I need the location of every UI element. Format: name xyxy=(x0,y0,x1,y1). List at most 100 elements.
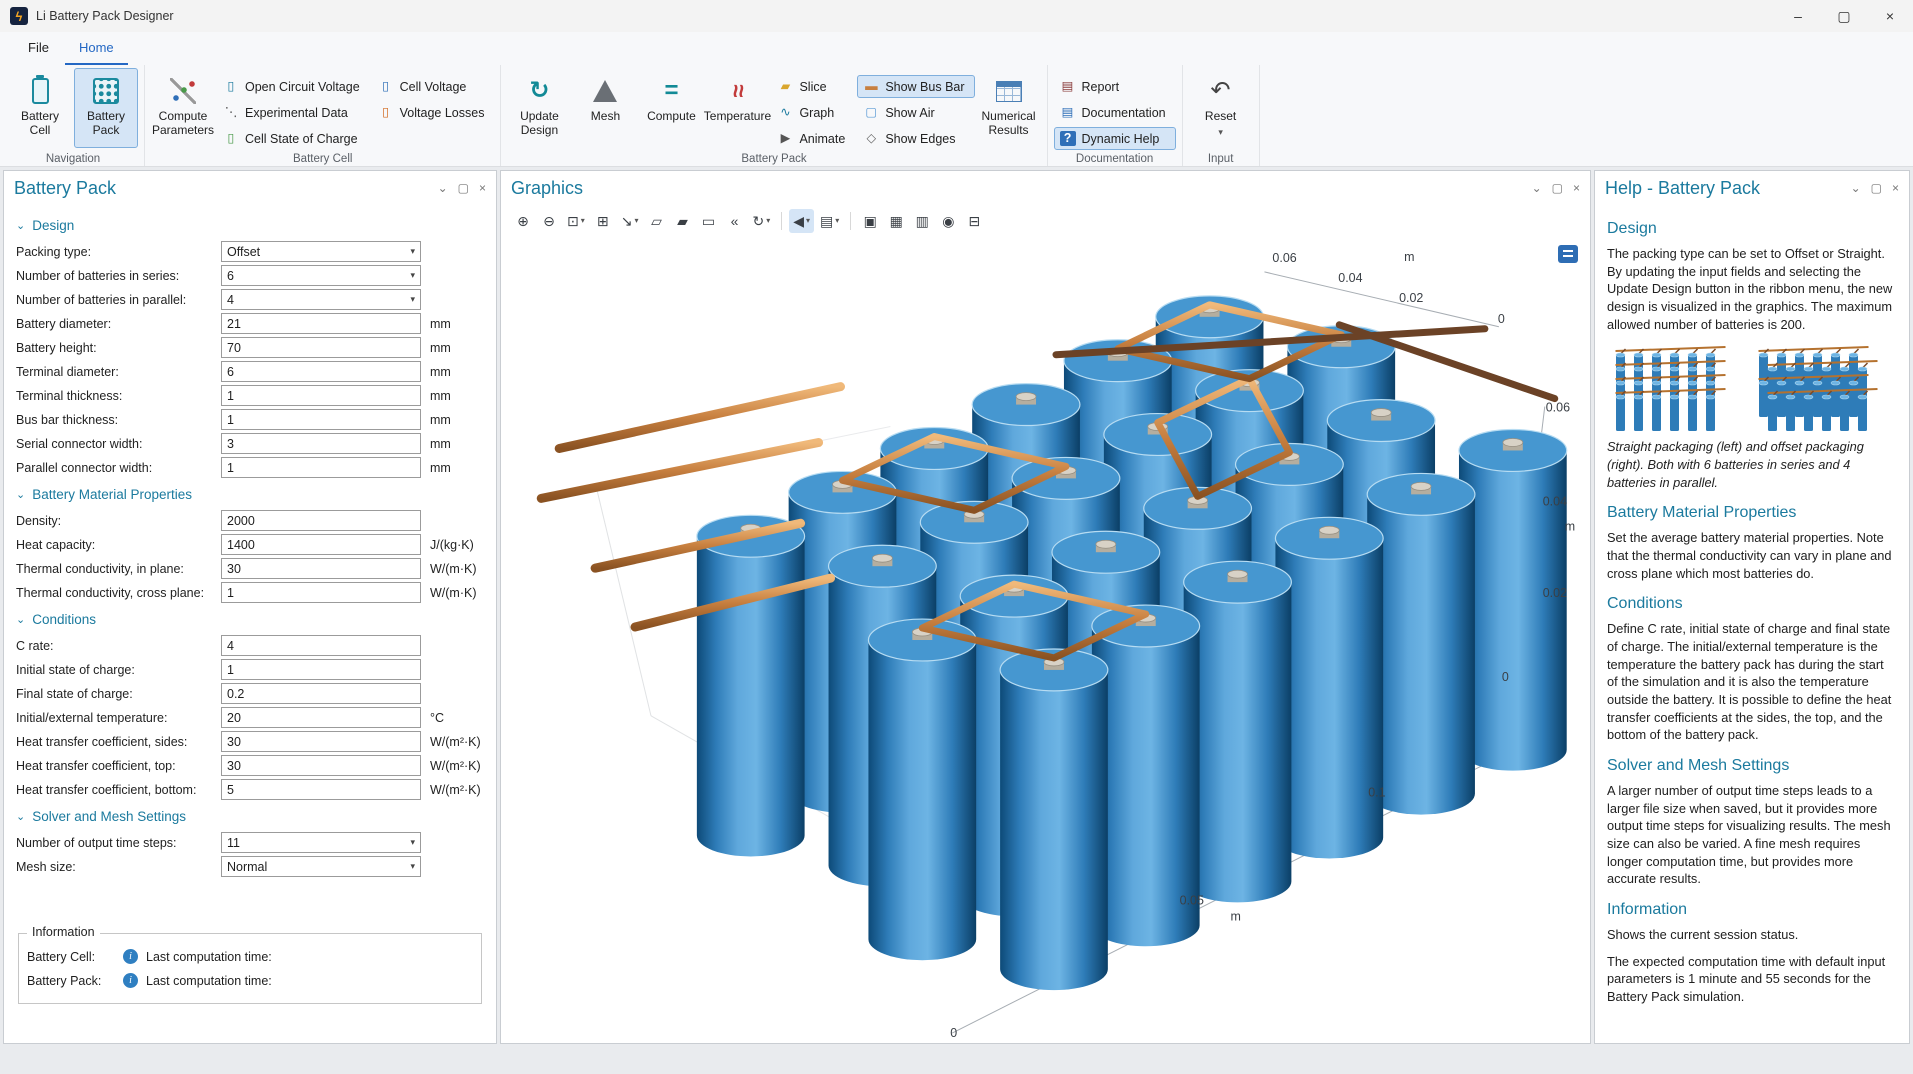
heat-transfer-coefficient-sides-input[interactable] xyxy=(221,731,421,752)
selected-value: Normal xyxy=(227,860,410,874)
bus-bar-thickness-input[interactable] xyxy=(221,409,421,430)
sound-toggle-button[interactable]: ◀▾ xyxy=(789,209,814,233)
number-of-batteries-in-parallel-select[interactable]: 4▾ xyxy=(221,289,421,310)
maximize-button[interactable]: ▢ xyxy=(1821,0,1867,32)
cell-voltage-button[interactable]: ▯Cell Voltage xyxy=(372,75,495,98)
panel-close-icon[interactable]: × xyxy=(479,181,486,195)
view-xz-button[interactable]: ▭ xyxy=(697,209,721,233)
print-button[interactable]: ⊟ xyxy=(962,209,986,233)
heat-transfer-coefficient-bottom-input[interactable] xyxy=(221,779,421,800)
show-bus-bar-button[interactable]: ▬Show Bus Bar xyxy=(857,75,974,98)
view-yz-button[interactable]: ▰ xyxy=(671,209,695,233)
cell-state-of-charge-button[interactable]: ▯Cell State of Charge xyxy=(217,127,370,150)
panel-close-icon[interactable]: × xyxy=(1892,181,1899,195)
heat-capacity-input[interactable] xyxy=(221,534,421,555)
compute-parameters-button[interactable]: Compute Parameters xyxy=(151,68,215,148)
close-button[interactable]: × xyxy=(1867,0,1913,32)
show-air-button[interactable]: ▢Show Air xyxy=(857,101,974,124)
thermal-conductivity-cross-plane-input[interactable] xyxy=(221,582,421,603)
reset-button[interactable]: ↶Reset▾ xyxy=(1189,68,1253,148)
dropdown-caret-icon: ▾ xyxy=(581,217,585,225)
battery-pack-button[interactable]: Battery Pack xyxy=(74,68,138,148)
view-xy-icon: ▱ xyxy=(651,213,662,230)
c-rate-input[interactable] xyxy=(221,635,421,656)
section-title: Conditions xyxy=(32,612,96,627)
panel-float-icon[interactable]: ▢ xyxy=(1871,181,1882,195)
battery-pack-3d-scene[interactable]: 0.060.04m0.0200.060.04m0.0200.10.05m0 xyxy=(501,237,1590,1043)
minimize-button[interactable]: – xyxy=(1775,0,1821,32)
help-paragraph: Shows the current session status. xyxy=(1607,926,1897,944)
heat-transfer-coefficient-top-input[interactable] xyxy=(221,755,421,776)
ribbon-button-label: Update Design xyxy=(508,110,570,138)
unit-label: W/(m·K) xyxy=(421,586,477,600)
axis-tick-label: 0.06 xyxy=(1546,401,1570,415)
ribbon-button-label: Temperature xyxy=(704,110,771,124)
density-input[interactable] xyxy=(221,510,421,531)
unit-label: W/(m²·K) xyxy=(421,783,481,797)
graphics-viewport[interactable]: 0.060.04m0.0200.060.04m0.0200.10.05m0 xyxy=(501,237,1590,1043)
zoom-in-button[interactable]: ⊕ xyxy=(511,209,535,233)
number-of-output-time-steps-select[interactable]: 11▾ xyxy=(221,832,421,853)
go-to-first-view-icon: « xyxy=(731,213,739,229)
slice-icon: ▰ xyxy=(777,80,793,93)
menu-tab-file[interactable]: File xyxy=(14,32,63,65)
terminal-thickness-label: Terminal thickness: xyxy=(16,389,221,403)
show-grid-button[interactable]: ▦ xyxy=(884,209,908,233)
go-to-first-view-button[interactable]: « xyxy=(723,209,747,233)
number-of-batteries-in-series-select[interactable]: 6▾ xyxy=(221,265,421,286)
initial-external-temperature-input[interactable] xyxy=(221,707,421,728)
section-header-battery-material-properties[interactable]: ⌄Battery Material Properties xyxy=(16,487,484,502)
battery-height-input[interactable] xyxy=(221,337,421,358)
zoom-box-button[interactable]: ⊡▾ xyxy=(563,209,589,233)
panel-collapse-icon[interactable]: ⌄ xyxy=(438,181,448,195)
go-to-default-view-button[interactable]: ↘▾ xyxy=(617,209,643,233)
zoom-extents-button[interactable]: ⊞ xyxy=(591,209,615,233)
panel-collapse-icon[interactable]: ⌄ xyxy=(1532,181,1542,195)
documentation-button[interactable]: ▤Documentation xyxy=(1054,101,1176,124)
panel-collapse-icon[interactable]: ⌄ xyxy=(1851,181,1861,195)
open-circuit-voltage-button[interactable]: ▯Open Circuit Voltage xyxy=(217,75,370,98)
mesh-size-select[interactable]: Normal▾ xyxy=(221,856,421,877)
rotate-view-icon: ↻ xyxy=(753,213,765,230)
terminal-diameter-input[interactable] xyxy=(221,361,421,382)
temperature-button[interactable]: ≈Temperature xyxy=(705,68,769,148)
parallel-connector-width-input[interactable] xyxy=(221,457,421,478)
animate-button[interactable]: ▶Animate xyxy=(771,127,855,150)
context-help-icon[interactable] xyxy=(1558,245,1578,263)
mesh-button[interactable]: Mesh xyxy=(573,68,637,148)
ribbon-button-label: Show Edges xyxy=(885,132,955,146)
plot-table-button[interactable]: ▥ xyxy=(910,209,934,233)
panel-close-icon[interactable]: × xyxy=(1573,181,1580,195)
zoom-out-button[interactable]: ⊖ xyxy=(537,209,561,233)
final-state-of-charge-input[interactable] xyxy=(221,683,421,704)
dynamic-help-button[interactable]: ?Dynamic Help xyxy=(1054,127,1176,150)
copy-image-button[interactable]: ▣ xyxy=(858,209,882,233)
battery-diameter-input[interactable] xyxy=(221,313,421,334)
rotate-view-button[interactable]: ↻▾ xyxy=(749,209,775,233)
report-button[interactable]: ▤Report xyxy=(1054,75,1176,98)
serial-connector-width-input[interactable] xyxy=(221,433,421,454)
section-header-conditions[interactable]: ⌄Conditions xyxy=(16,612,484,627)
thermal-conductivity-in-plane-input[interactable] xyxy=(221,558,421,579)
compute-button[interactable]: =Compute xyxy=(639,68,703,148)
chevron-down-icon: ▾ xyxy=(410,270,415,281)
panel-float-icon[interactable]: ▢ xyxy=(1552,181,1563,195)
menu-tab-home[interactable]: Home xyxy=(65,32,128,65)
view-xy-button[interactable]: ▱ xyxy=(645,209,669,233)
view-layout-button[interactable]: ▤▾ xyxy=(816,209,843,233)
packing-type-select[interactable]: Offset▾ xyxy=(221,241,421,262)
battery-cell-button[interactable]: Battery Cell xyxy=(8,68,72,148)
terminal-thickness-input[interactable] xyxy=(221,385,421,406)
numerical-results-button[interactable]: Numerical Results xyxy=(977,68,1041,148)
graph-button[interactable]: ∿Graph xyxy=(771,101,855,124)
update-design-button[interactable]: ↻Update Design xyxy=(507,68,571,148)
panel-float-icon[interactable]: ▢ xyxy=(458,181,469,195)
experimental-data-button[interactable]: ⋱Experimental Data xyxy=(217,101,370,124)
initial-state-of-charge-input[interactable] xyxy=(221,659,421,680)
section-header-design[interactable]: ⌄Design xyxy=(16,218,484,233)
snapshot-button[interactable]: ◉ xyxy=(936,209,960,233)
voltage-losses-button[interactable]: ▯Voltage Losses xyxy=(372,101,495,124)
show-edges-button[interactable]: ◇Show Edges xyxy=(857,127,974,150)
slice-button[interactable]: ▰Slice xyxy=(771,75,855,98)
section-header-solver-and-mesh-settings[interactable]: ⌄Solver and Mesh Settings xyxy=(16,809,484,824)
